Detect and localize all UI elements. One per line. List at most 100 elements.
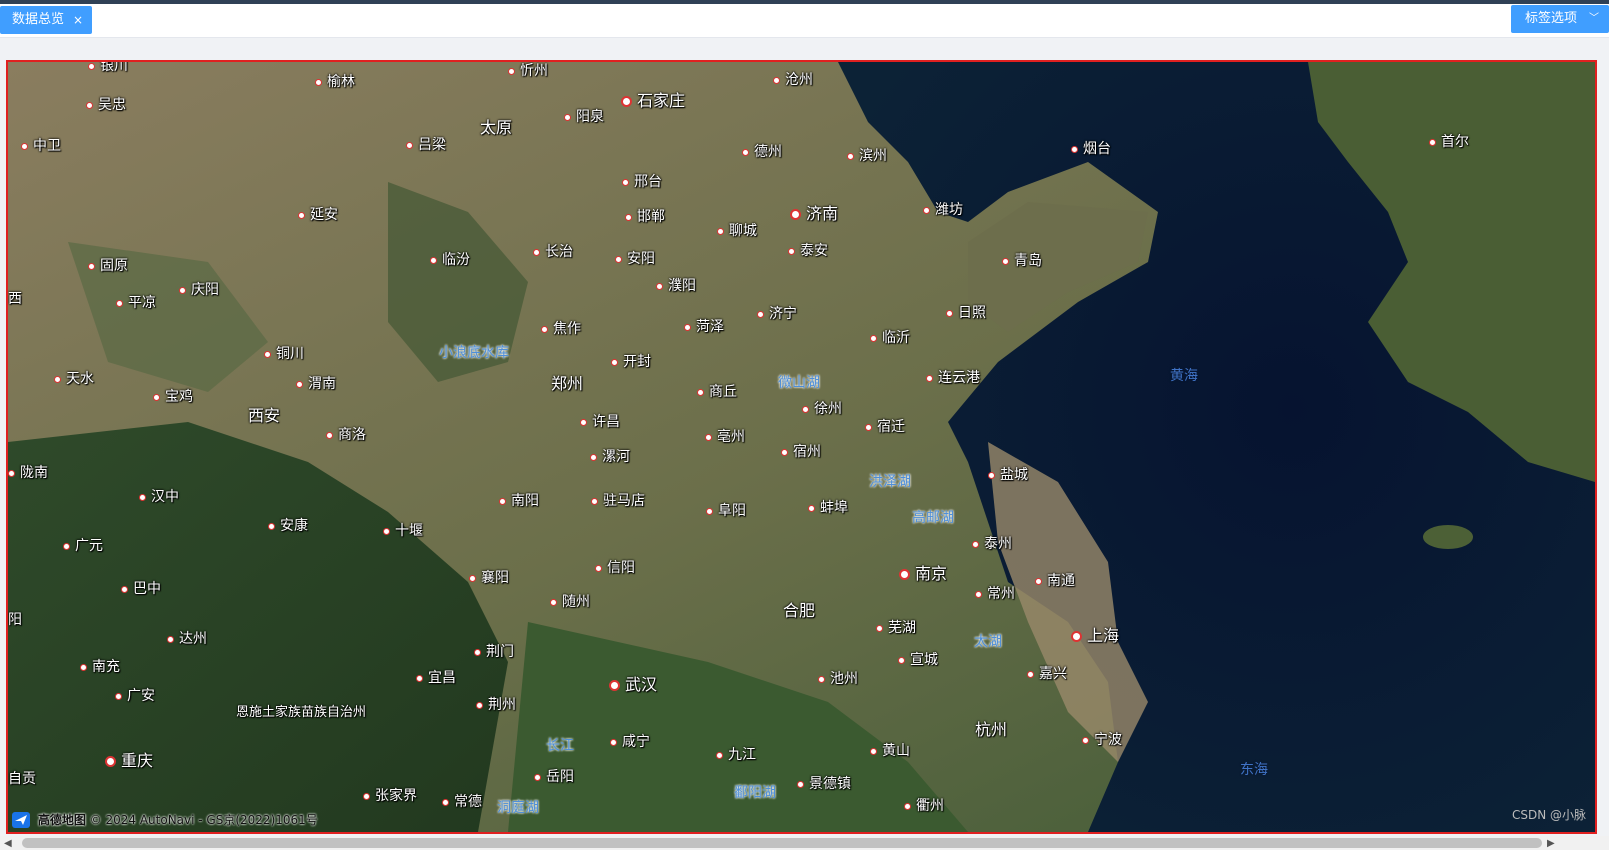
city-label[interactable]: 咸宁 bbox=[610, 734, 650, 750]
tab-data-overview[interactable]: 数据总览 × bbox=[0, 6, 92, 34]
city-label[interactable]: 西安 bbox=[248, 408, 280, 424]
city-label[interactable]: 泰州 bbox=[972, 536, 1012, 552]
city-label[interactable]: 信阳 bbox=[595, 560, 635, 576]
city-label[interactable]: 芜湖 bbox=[876, 620, 916, 636]
city-label[interactable]: 延安 bbox=[298, 207, 338, 223]
city-label[interactable]: 宿迁 bbox=[865, 419, 905, 435]
city-label[interactable]: 石家庄 bbox=[621, 93, 685, 109]
city-label[interactable]: 盐城 bbox=[988, 467, 1028, 483]
city-label[interactable]: 济南 bbox=[790, 206, 838, 222]
city-label[interactable]: 首尔 bbox=[1429, 134, 1469, 150]
city-label[interactable]: 平凉 bbox=[116, 295, 156, 311]
city-label[interactable]: 达州 bbox=[167, 631, 207, 647]
city-label[interactable]: 重庆 bbox=[105, 753, 153, 769]
city-label[interactable]: 德州 bbox=[742, 144, 782, 160]
city-label[interactable]: 漯河 bbox=[590, 449, 630, 465]
city-label[interactable]: 徐州 bbox=[802, 401, 842, 417]
city-label[interactable]: 滨州 bbox=[847, 148, 887, 164]
city-label[interactable]: 济宁 bbox=[757, 306, 797, 322]
city-label[interactable]: 蚌埠 bbox=[808, 500, 848, 516]
city-label[interactable]: 日照 bbox=[946, 305, 986, 321]
city-label[interactable]: 巴中 bbox=[121, 581, 161, 597]
city-label[interactable]: 南京 bbox=[899, 566, 947, 582]
city-label[interactable]: 常德 bbox=[442, 794, 482, 810]
city-label[interactable]: 焦作 bbox=[541, 321, 581, 337]
city-label[interactable]: 商丘 bbox=[697, 384, 737, 400]
city-label[interactable]: 榆林 bbox=[315, 74, 355, 90]
city-label[interactable]: 上海 bbox=[1071, 628, 1119, 644]
city-label[interactable]: 自贡 bbox=[8, 771, 36, 787]
city-label[interactable]: 亳州 bbox=[705, 429, 745, 445]
city-label[interactable]: 吴忠 bbox=[86, 97, 126, 113]
city-label[interactable]: 连云港 bbox=[926, 370, 980, 386]
city-label[interactable]: 九江 bbox=[716, 747, 756, 763]
city-label[interactable]: 邢台 bbox=[622, 174, 662, 190]
city-label[interactable]: 渭南 bbox=[296, 376, 336, 392]
city-label[interactable]: 陇南 bbox=[8, 465, 48, 481]
tab-options-button[interactable]: 标签选项 ﹀ bbox=[1511, 5, 1609, 33]
city-label[interactable]: 宝鸡 bbox=[153, 389, 193, 405]
city-label[interactable]: 黄山 bbox=[870, 743, 910, 759]
city-label[interactable]: 烟台 bbox=[1071, 141, 1111, 157]
city-label[interactable]: 宣城 bbox=[898, 652, 938, 668]
city-label[interactable]: 常州 bbox=[975, 586, 1015, 602]
city-label[interactable]: 濮阳 bbox=[656, 278, 696, 294]
city-label[interactable]: 忻州 bbox=[508, 63, 548, 79]
scroll-thumb[interactable] bbox=[22, 838, 1542, 848]
city-label[interactable]: 南充 bbox=[80, 659, 120, 675]
city-label[interactable]: 长治 bbox=[533, 244, 573, 260]
city-label[interactable]: 嘉兴 bbox=[1027, 666, 1067, 682]
city-label[interactable]: 十堰 bbox=[383, 523, 423, 539]
city-label[interactable]: 许昌 bbox=[580, 414, 620, 430]
city-label[interactable]: 安阳 bbox=[615, 251, 655, 267]
city-label[interactable]: 汉中 bbox=[139, 489, 179, 505]
city-label[interactable]: 郑州 bbox=[551, 376, 583, 392]
city-label[interactable]: 太原 bbox=[480, 120, 512, 136]
city-label[interactable]: 随州 bbox=[550, 594, 590, 610]
city-label[interactable]: 宁波 bbox=[1082, 732, 1122, 748]
city-label[interactable]: 广元 bbox=[63, 538, 103, 554]
city-label[interactable]: 景德镇 bbox=[797, 776, 851, 792]
scroll-left-arrow-icon[interactable]: ◀ bbox=[4, 838, 12, 849]
city-label[interactable]: 庆阳 bbox=[179, 282, 219, 298]
city-label[interactable]: 潍坊 bbox=[923, 202, 963, 218]
city-label[interactable]: 阳泉 bbox=[564, 109, 604, 125]
city-label[interactable]: 临汾 bbox=[430, 252, 470, 268]
city-label[interactable]: 聊城 bbox=[717, 223, 757, 239]
city-label[interactable]: 武汉 bbox=[609, 677, 657, 693]
city-label[interactable]: 池州 bbox=[818, 671, 858, 687]
city-label[interactable]: 沧州 bbox=[773, 72, 813, 88]
city-label[interactable]: 青岛 bbox=[1002, 253, 1042, 269]
city-label[interactable]: 襄阳 bbox=[469, 570, 509, 586]
city-label[interactable]: 临沂 bbox=[870, 330, 910, 346]
city-label[interactable]: 邯郸 bbox=[625, 209, 665, 225]
city-label[interactable]: 开封 bbox=[611, 354, 651, 370]
city-label[interactable]: 衢州 bbox=[904, 798, 944, 814]
city-label[interactable]: 铜川 bbox=[264, 346, 304, 362]
scroll-right-arrow-icon[interactable]: ▶ bbox=[1547, 838, 1555, 849]
city-label[interactable]: 吕梁 bbox=[406, 137, 446, 153]
city-label[interactable]: 固原 bbox=[88, 258, 128, 274]
city-label[interactable]: 南通 bbox=[1035, 573, 1075, 589]
city-label[interactable]: 菏泽 bbox=[684, 319, 724, 335]
city-label[interactable]: 安康 bbox=[268, 518, 308, 534]
horizontal-scrollbar[interactable]: ◀ ▶ bbox=[0, 836, 1609, 850]
city-label[interactable]: 合肥 bbox=[783, 603, 815, 619]
city-label[interactable]: 张家界 bbox=[363, 788, 417, 804]
city-label[interactable]: 天水 bbox=[54, 371, 94, 387]
city-label[interactable]: 广安 bbox=[115, 688, 155, 704]
city-label[interactable]: 荆门 bbox=[474, 644, 514, 660]
close-icon[interactable]: × bbox=[73, 6, 83, 34]
city-label[interactable]: 宿州 bbox=[781, 444, 821, 460]
city-label[interactable]: 驻马店 bbox=[591, 493, 645, 509]
map-container[interactable]: 银川 榆林 忻州 沧州 吴忠 太原 阳泉 石家庄 中卫 吕梁 德州 滨州 烟台 … bbox=[6, 60, 1597, 834]
city-label[interactable]: 恩施土家族苗族自治州 bbox=[236, 705, 366, 721]
city-label[interactable]: 荆州 bbox=[476, 697, 516, 713]
city-label[interactable]: 宜昌 bbox=[416, 670, 456, 686]
city-label[interactable]: 阳 bbox=[8, 612, 22, 628]
city-label[interactable]: 岳阳 bbox=[534, 769, 574, 785]
city-label[interactable]: 西 bbox=[8, 291, 22, 307]
city-label[interactable]: 南阳 bbox=[499, 493, 539, 509]
city-label[interactable]: 银川 bbox=[88, 62, 128, 74]
city-label[interactable]: 商洛 bbox=[326, 427, 366, 443]
